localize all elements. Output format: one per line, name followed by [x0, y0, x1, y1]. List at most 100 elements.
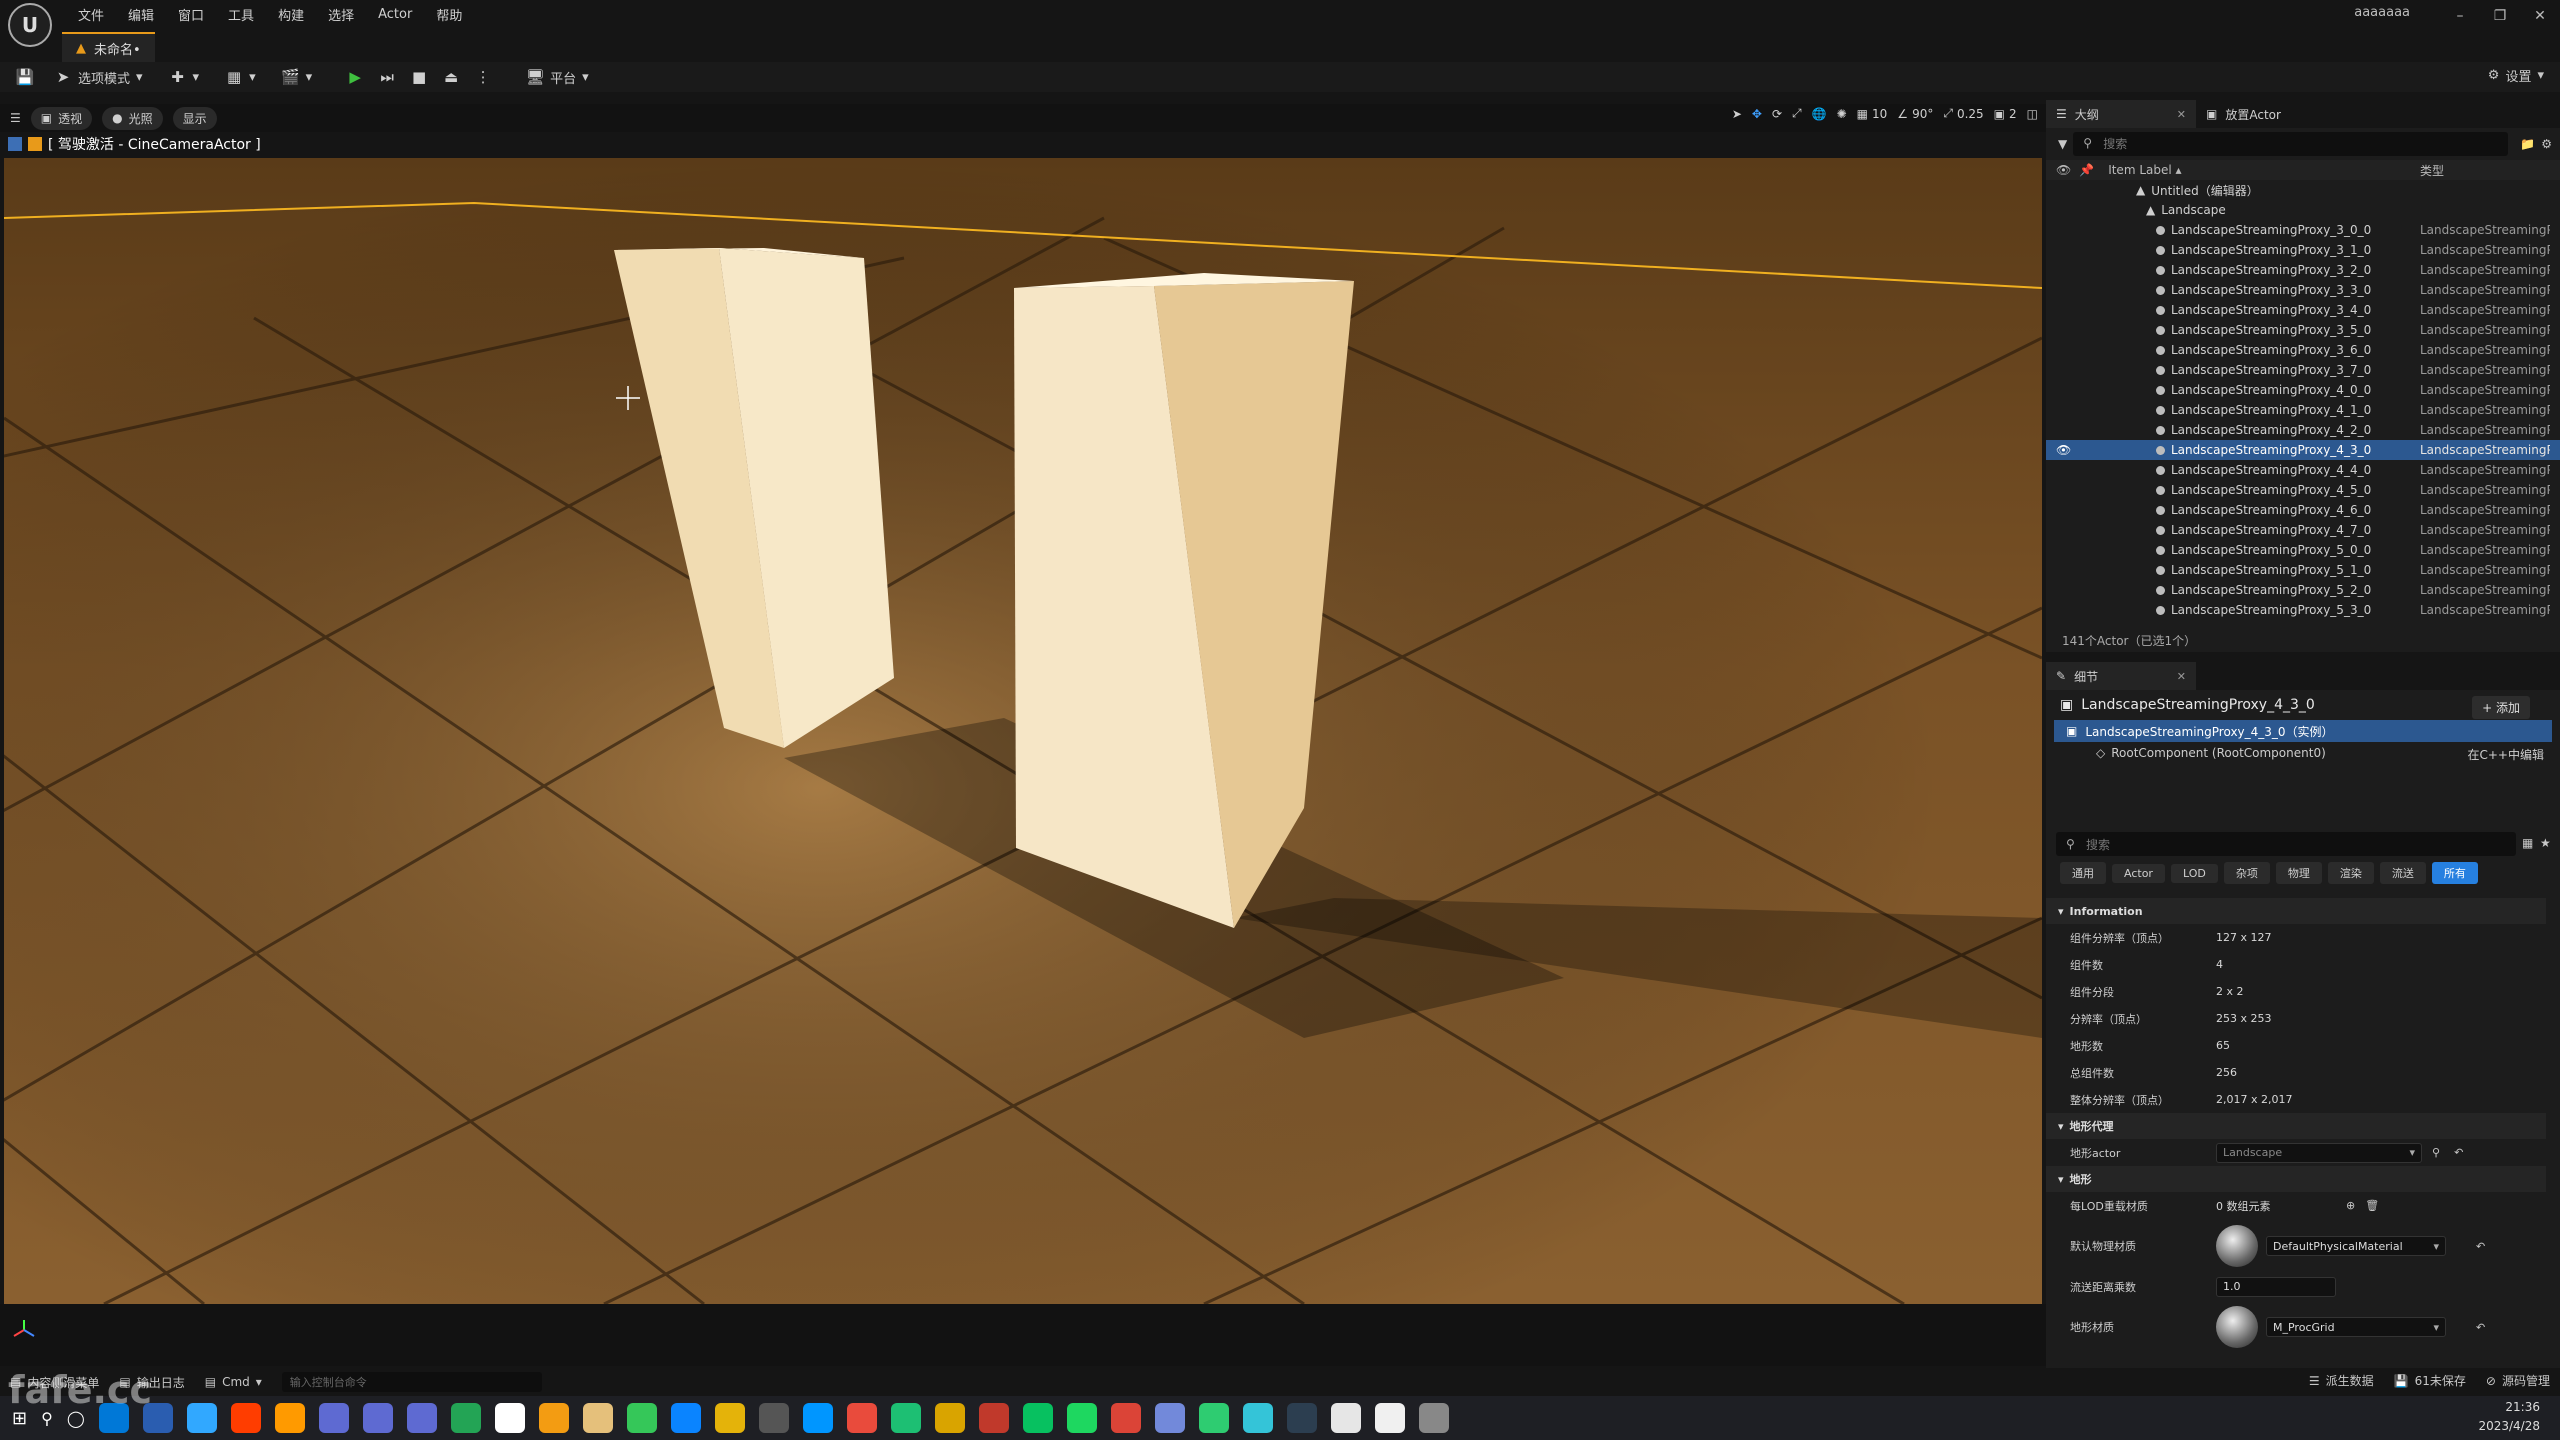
outliner-row[interactable]: LandscapeStreamingProxy_4_1_0 LandscapeSt… — [2046, 400, 2560, 420]
taskbar-app-icon[interactable] — [362, 1403, 393, 1433]
source-control-button[interactable]: ⊘ 源码管理 — [2486, 1372, 2550, 1389]
component-instance-row[interactable]: ▣ LandscapeStreamingProxy_4_3_0（实例） — [2054, 720, 2552, 742]
close-icon[interactable]: ✕ — [2520, 0, 2560, 32]
level-tab[interactable]: ▲ 未命名• — [62, 32, 155, 62]
surface-snap-icon[interactable]: ✺ — [1837, 107, 1847, 121]
filter-tab[interactable]: 渲染 — [2327, 862, 2374, 884]
taskbar-app-icon[interactable] — [1418, 1403, 1449, 1433]
add-folder-icon[interactable]: 📁 — [2520, 137, 2535, 151]
step-icon[interactable]: ⏭ — [378, 68, 396, 86]
outliner-row[interactable]: LandscapeStreamingProxy_3_1_0 LandscapeSt… — [2046, 240, 2560, 260]
console-input[interactable]: 输入控制台命令 — [281, 1372, 542, 1392]
camera-speed[interactable]: ▣ 2 — [1994, 107, 2017, 121]
material-thumbnail[interactable] — [2216, 1306, 2258, 1348]
material-thumbnail[interactable] — [2216, 1225, 2258, 1267]
lighting-button[interactable]: ● 光照 — [102, 106, 163, 130]
world-icon[interactable]: 🌐 — [1812, 107, 1827, 121]
streaming-distance-field[interactable]: 1.0 — [2216, 1276, 2336, 1297]
close-icon[interactable]: ✕ — [2177, 108, 2186, 121]
outliner-row[interactable]: LandscapeStreamingProxy_3_0_0 LandscapeSt… — [2046, 220, 2560, 240]
filter-tab[interactable]: 杂项 — [2223, 862, 2270, 884]
mode-select-button[interactable]: ➤ 选项模式 ▾ — [48, 65, 149, 90]
taskbar-app-icon[interactable] — [1022, 1403, 1053, 1433]
taskbar-app-icon[interactable] — [274, 1403, 305, 1433]
taskbar-app-icon[interactable] — [890, 1403, 921, 1433]
taskbar-app-icon[interactable] — [802, 1403, 833, 1433]
play-icon[interactable]: ▶ — [346, 68, 364, 86]
trash-icon[interactable]: 🗑 — [2365, 1199, 2379, 1212]
taskbar-app-icon[interactable] — [1066, 1403, 1097, 1433]
menu-actor[interactable]: Actor — [366, 5, 424, 24]
tab-details[interactable]: ✎ 细节 ✕ — [2046, 662, 2196, 690]
blueprint-button[interactable]: ▦ ▾ — [219, 65, 262, 89]
reset-icon[interactable]: ↶ — [2454, 1146, 2463, 1159]
scale-snap[interactable]: ⤢ 0.25 — [1943, 106, 1983, 121]
col-type[interactable]: 类型 — [2420, 162, 2444, 179]
taskbar-app-icon[interactable] — [670, 1403, 701, 1433]
unsaved-button[interactable]: 💾 61未保存 — [2394, 1372, 2466, 1389]
select-icon[interactable]: ➤ — [1732, 107, 1742, 121]
filter-icon[interactable]: ▼ — [2058, 137, 2067, 151]
outliner-row[interactable]: 👁 LandscapeStreamingProxy_4_3_0 LandscapeS… — [2046, 440, 2560, 460]
filter-tab[interactable]: 流送 — [2379, 862, 2426, 884]
cmd-dropdown[interactable]: ▤ Cmd ▾ — [205, 1375, 262, 1389]
taskbar-app-icon[interactable] — [934, 1403, 965, 1433]
menu-window[interactable]: 窗口 — [166, 3, 216, 26]
eye-icon[interactable]: 👁 — [2056, 443, 2071, 457]
show-button[interactable]: 显示 — [172, 106, 217, 130]
add-content-button[interactable]: ✚ ▾ — [163, 65, 206, 89]
taskbar-app-icon[interactable] — [1242, 1403, 1273, 1433]
col-item-label[interactable]: Item Label ▴ — [2108, 163, 2181, 177]
platform-button[interactable]: 🖥 平台 ▾ — [520, 65, 595, 90]
tab-outliner[interactable]: ☰ 大纲 ✕ — [2046, 100, 2196, 128]
user-name[interactable]: aaaaaaa — [2354, 5, 2410, 20]
stop-icon[interactable]: ■ — [410, 68, 428, 86]
save-icon[interactable]: 💾 — [16, 68, 35, 86]
outliner-row[interactable]: LandscapeStreamingProxy_5_0_0 LandscapeSt… — [2046, 540, 2560, 560]
add-element-icon[interactable]: ⊕ — [2346, 1199, 2355, 1212]
landscape-actor-dropdown[interactable]: Landscape ▾ — [2216, 1142, 2422, 1163]
taskbar-app-icon[interactable] — [978, 1403, 1009, 1433]
taskbar-app-icon[interactable] — [582, 1403, 613, 1433]
taskbar-app-icon[interactable] — [538, 1403, 569, 1433]
outliner-row[interactable]: LandscapeStreamingProxy_5_2_0 LandscapeSt… — [2046, 580, 2560, 600]
outliner-row[interactable]: LandscapeStreamingProxy_4_6_0 LandscapeSt… — [2046, 500, 2560, 520]
filter-tab[interactable]: LOD — [2170, 863, 2218, 883]
maximize-icon[interactable]: ❐ — [2480, 0, 2520, 32]
filter-tab[interactable]: 所有 — [2431, 862, 2478, 884]
outliner-row[interactable]: LandscapeStreamingProxy_3_3_0 LandscapeSt… — [2046, 280, 2560, 300]
section-landscape-proxy[interactable]: ▾ 地形代理 — [2046, 1113, 2546, 1139]
tree-root[interactable]: ▲ Untitled（编辑器） — [2046, 180, 2560, 200]
section-information[interactable]: ▾ Information — [2046, 898, 2546, 924]
taskbar-app-icon[interactable] — [186, 1403, 217, 1433]
menu-file[interactable]: 文件 — [66, 3, 116, 26]
details-search-input[interactable]: ⚲ 搜索 — [2056, 832, 2516, 856]
taskbar-app-icon[interactable] — [318, 1403, 349, 1433]
eye-icon[interactable]: 👁 — [2056, 163, 2071, 177]
menu-select[interactable]: 选择 — [316, 3, 366, 26]
rotate-icon[interactable]: ⟳ — [1772, 107, 1782, 121]
reset-icon[interactable]: ↶ — [2476, 1321, 2485, 1334]
menu-tools[interactable]: 工具 — [216, 3, 266, 26]
tab-place-actors[interactable]: ▣ 放置Actor — [2196, 100, 2291, 128]
cinematics-button[interactable]: 🎬 ▾ — [276, 65, 319, 89]
outliner-row[interactable]: LandscapeStreamingProxy_3_7_0 LandscapeSt… — [2046, 360, 2560, 380]
section-landscape[interactable]: ▾ 地形 — [2046, 1166, 2546, 1192]
grid-snap[interactable]: ▦ 10 — [1857, 107, 1888, 121]
taskbar-app-icon[interactable] — [1286, 1403, 1317, 1433]
scale-icon[interactable]: ⤢ — [1792, 106, 1802, 121]
outliner-row[interactable]: LandscapeStreamingProxy_4_2_0 LandscapeSt… — [2046, 420, 2560, 440]
outliner-row[interactable]: LandscapeStreamingProxy_3_5_0 LandscapeSt… — [2046, 320, 2560, 340]
taskbar-app-icon[interactable] — [1198, 1403, 1229, 1433]
browse-icon[interactable]: ⚲ — [2432, 1146, 2440, 1159]
play-options-icon[interactable]: ⋮ — [474, 68, 492, 86]
taskbar-app-icon[interactable] — [406, 1403, 437, 1433]
taskbar-app-icon[interactable] — [450, 1403, 481, 1433]
taskbar-app-icon[interactable] — [1330, 1403, 1361, 1433]
derived-data-button[interactable]: ☰ 派生数据 — [2309, 1372, 2374, 1389]
star-icon[interactable]: ★ — [2540, 836, 2551, 850]
filter-tab[interactable]: 物理 — [2275, 862, 2322, 884]
taskbar-app-icon[interactable] — [846, 1403, 877, 1433]
grid-view-icon[interactable]: ▦ — [2522, 836, 2533, 850]
taskbar-app-icon[interactable] — [1374, 1403, 1405, 1433]
